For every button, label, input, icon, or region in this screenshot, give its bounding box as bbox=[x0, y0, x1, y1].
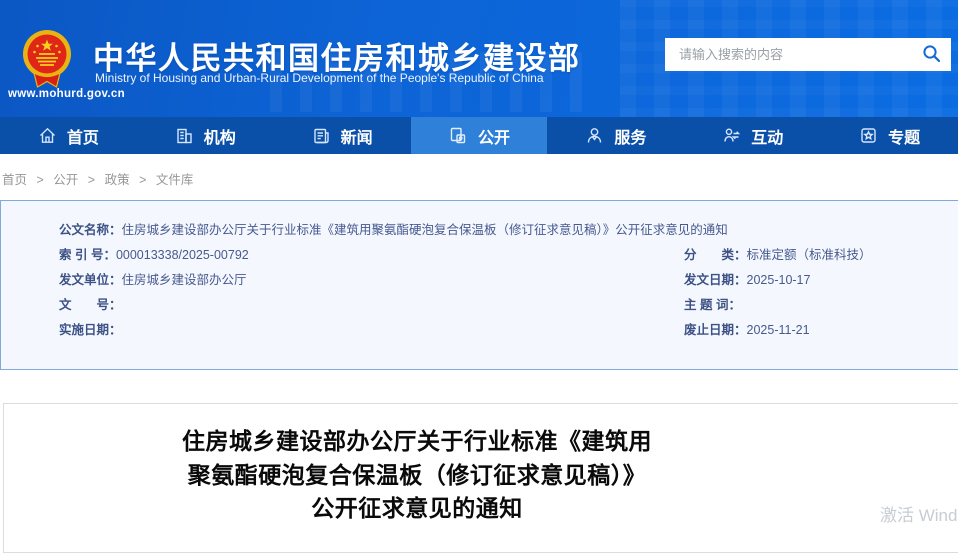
search-input[interactable] bbox=[665, 38, 911, 71]
search-box bbox=[665, 38, 951, 71]
breadcrumb: 首页 > 公开 > 政策 > 文件库 bbox=[0, 154, 958, 200]
breadcrumb-item-library[interactable]: 文件库 bbox=[156, 173, 194, 187]
doc-repeal-date-row: 废止日期：2025-11-21 bbox=[684, 323, 810, 337]
nav-item-news[interactable]: 新闻 bbox=[274, 117, 411, 154]
doc-info-right-column: 分 类：标准定额（标准科技） 发文日期：2025-10-17 主 题 词： 废止… bbox=[684, 243, 872, 343]
nav-item-home[interactable]: 首页 bbox=[0, 117, 137, 154]
doc-category-row: 分 类：标准定额（标准科技） bbox=[684, 248, 872, 262]
disclosure-icon bbox=[448, 126, 468, 146]
news-icon bbox=[312, 126, 331, 145]
nav-label: 专题 bbox=[888, 129, 921, 147]
doc-index-row: 索 引 号：000013338/2025-00792 bbox=[59, 248, 249, 262]
nav-label: 机构 bbox=[203, 129, 236, 147]
nav-item-services[interactable]: 服务 bbox=[547, 117, 684, 154]
doc-number-row: 文 号： bbox=[59, 298, 122, 312]
doc-effective-date-row: 实施日期： bbox=[59, 323, 122, 337]
topic-icon bbox=[859, 126, 878, 145]
search-button[interactable] bbox=[911, 38, 951, 71]
breadcrumb-item-policy[interactable]: 政策 bbox=[105, 173, 130, 187]
breadcrumb-separator: > bbox=[87, 173, 96, 187]
breadcrumb-item-disclosure[interactable]: 公开 bbox=[53, 173, 78, 187]
nav-label: 首页 bbox=[66, 129, 99, 147]
doc-issue-date-row: 发文日期：2025-10-17 bbox=[684, 273, 811, 287]
national-emblem-icon bbox=[22, 29, 72, 89]
interaction-icon bbox=[722, 126, 741, 145]
site-subtitle-english: Ministry of Housing and Urban-Rural Deve… bbox=[95, 71, 544, 85]
nav-label: 服务 bbox=[614, 129, 647, 147]
breadcrumb-separator: > bbox=[139, 173, 147, 187]
site-url: www.mohurd.gov.cn bbox=[8, 88, 125, 100]
search-icon bbox=[922, 44, 941, 66]
doc-keywords-row: 主 题 词： bbox=[684, 298, 741, 312]
service-icon bbox=[585, 126, 604, 145]
nav-item-disclosure[interactable]: 公开 bbox=[410, 117, 548, 154]
nav-label: 公开 bbox=[478, 129, 511, 147]
doc-info-panel: 公文名称：住房城乡建设部办公厅关于行业标准《建筑用聚氨酯硬泡复合保温板（修订征求… bbox=[0, 200, 958, 370]
nav-item-interaction[interactable]: 互动 bbox=[684, 117, 821, 154]
article-title: 住房城乡建设部办公厅关于行业标准《建筑用 聚氨酯硬泡复合保温板（修订征求意见稿）… bbox=[4, 425, 830, 526]
nav-item-org[interactable]: 机构 bbox=[137, 117, 274, 154]
article-title-line: 聚氨酯硬泡复合保温板（修订征求意见稿）》 bbox=[187, 461, 647, 488]
breadcrumb-item-home[interactable]: 首页 bbox=[2, 173, 27, 187]
main-nav: 首页 机构 新闻 公开 服务 互动 专题 bbox=[0, 117, 958, 154]
article-title-line: 住房城乡建设部办公厅关于行业标准《建筑用 bbox=[182, 428, 652, 454]
activate-windows-watermark: 激活 Windows bbox=[880, 506, 958, 525]
article-panel: 住房城乡建设部办公厅关于行业标准《建筑用 聚氨酯硬泡复合保温板（修订征求意见稿）… bbox=[3, 403, 958, 553]
doc-issuer-row: 发文单位：住房城乡建设部办公厅 bbox=[59, 273, 247, 287]
doc-info-left-column: 公文名称：住房城乡建设部办公厅关于行业标准《建筑用聚氨酯硬泡复合保温板（修订征求… bbox=[59, 218, 728, 343]
article-title-line: 公开征求意见的通知 bbox=[311, 495, 523, 521]
doc-title-row: 公文名称：住房城乡建设部办公厅关于行业标准《建筑用聚氨酯硬泡复合保温板（修订征求… bbox=[59, 223, 728, 237]
nav-label: 互动 bbox=[751, 129, 784, 147]
nav-label: 新闻 bbox=[340, 129, 373, 147]
building-icon bbox=[175, 126, 194, 145]
home-icon bbox=[38, 126, 57, 145]
nav-item-topics[interactable]: 专题 bbox=[821, 117, 958, 154]
breadcrumb-separator: > bbox=[36, 173, 44, 187]
site-header: www.mohurd.gov.cn 中华人民共和国住房和城乡建设部 Minist… bbox=[0, 0, 958, 117]
